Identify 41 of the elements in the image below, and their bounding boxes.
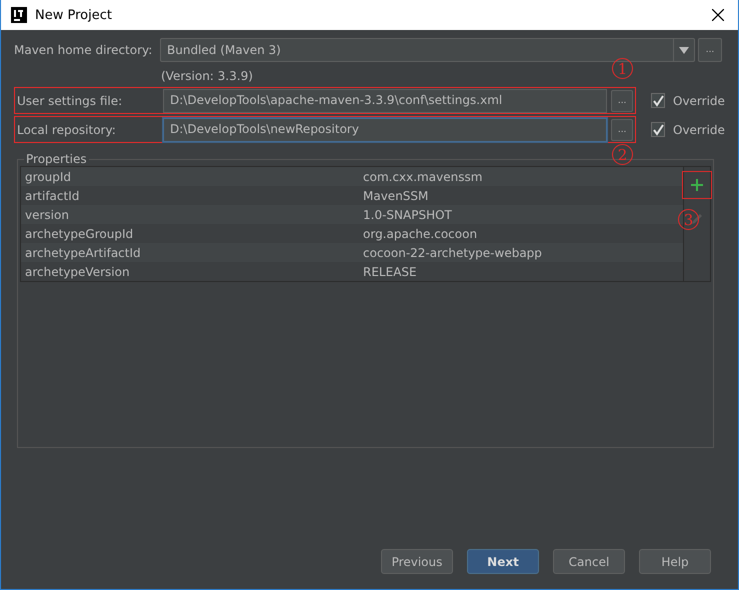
annotation-number: 2 (612, 144, 633, 165)
close-icon[interactable] (712, 9, 724, 21)
app-logo-icon (11, 7, 27, 23)
dialog-button[interactable]: Help (639, 549, 711, 574)
table-cell-text: version (24, 208, 70, 222)
field-label: User settings file: (17, 94, 124, 108)
checkbox-label: Override (673, 122, 725, 136)
dialog-button[interactable]: Next (467, 549, 539, 574)
override-checkbox[interactable] (651, 122, 665, 137)
pencil-icon (691, 213, 703, 225)
browse-button[interactable]: ... (611, 118, 633, 140)
field-label: Maven home directory: (14, 43, 154, 57)
table-cell-text: archetypeArtifactId (24, 246, 142, 260)
path-field[interactable]: D:\DevelopTools\newRepository (163, 118, 608, 142)
add-button[interactable] (682, 171, 712, 199)
browse-button[interactable]: ... (611, 90, 633, 112)
group-title: Properties (25, 152, 88, 166)
plus-icon (691, 179, 703, 191)
maven-home-dropdown[interactable]: Bundled (Maven 3) (160, 38, 695, 62)
table-cell-text: cocoon-22-archetype-webapp (362, 246, 542, 260)
table-cell-text: groupId (24, 170, 72, 184)
field-label: Local repository: (17, 122, 117, 136)
dialog-button[interactable]: Cancel (553, 549, 625, 574)
browse-button[interactable]: ... (698, 38, 722, 62)
table-cell-text: artifactId (24, 188, 80, 202)
dropdown-arrow-icon (679, 46, 689, 54)
table-cell-text: MavenSSM (362, 188, 428, 202)
annotation-number: 3 (678, 209, 699, 230)
override-checkbox[interactable] (651, 93, 665, 108)
window-title: New Project (35, 8, 113, 22)
annotation-number: 1 (612, 58, 633, 79)
version-text: (Version: 3.3.9) (161, 69, 253, 83)
table-cell-text: org.apache.cocoon (362, 226, 478, 240)
table-cell-text: RELEASE (362, 264, 417, 278)
table-cell-text: archetypeGroupId (24, 226, 134, 240)
table-cell-text: 1.0-SNAPSHOT (362, 208, 452, 222)
path-field[interactable]: D:\DevelopTools\apache-maven-3.3.9\conf\settings.xml (163, 88, 608, 112)
dialog-button[interactable]: Previous (381, 549, 453, 574)
table-cell-text: com.cxx.mavenssm (362, 170, 482, 184)
checkbox-label: Override (673, 94, 725, 108)
table-cell-text: archetypeVersion (24, 264, 131, 278)
